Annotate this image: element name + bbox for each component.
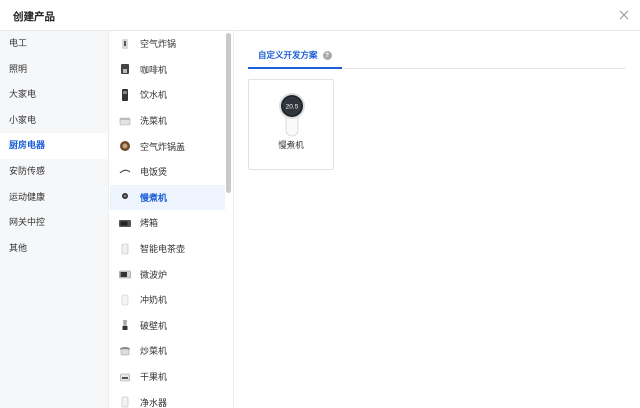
product-card-sous-vide[interactable]: 20.5 慢煮机 xyxy=(248,79,334,170)
product-item-dried-fruit-machine[interactable]: 干果机 xyxy=(110,364,225,390)
category-item-kitchen[interactable]: 厨房电器 xyxy=(0,133,108,159)
product-label: 空气炸锅 xyxy=(140,39,177,50)
category-item-large-appliance[interactable]: 大家电 xyxy=(0,82,108,108)
category-item-lighting[interactable]: 照明 xyxy=(0,57,108,83)
product-label: 洗菜机 xyxy=(140,116,168,127)
product-label: 咖啡机 xyxy=(140,64,168,75)
product-item-sous-vide[interactable]: 慢煮机 xyxy=(110,184,225,211)
dialog-header: 创建产品 xyxy=(0,0,640,31)
sous-vide-icon xyxy=(119,191,131,203)
oven-icon xyxy=(119,217,131,229)
rice-cooker-icon xyxy=(119,166,131,178)
product-item-air-fryer-lid[interactable]: 空气炸锅盖 xyxy=(110,133,225,159)
product-item-cooking-robot[interactable]: 炒菜机 xyxy=(110,338,225,364)
product-label: 慢煮机 xyxy=(140,192,168,203)
product-label: 微波炉 xyxy=(140,269,168,280)
close-icon[interactable] xyxy=(618,9,630,21)
category-item-other[interactable]: 其他 xyxy=(0,236,108,262)
air-fryer-lid-icon xyxy=(119,140,131,152)
product-label: 破壁机 xyxy=(140,320,168,331)
dialog-title: 创建产品 xyxy=(13,11,55,23)
category-item-health[interactable]: 运动健康 xyxy=(0,185,108,211)
scheme-tabs: 自定义开发方案 ? xyxy=(248,43,626,69)
help-icon[interactable]: ? xyxy=(322,50,332,60)
category-item-gateway[interactable]: 网关中控 xyxy=(0,210,108,236)
product-label: 智能电茶壶 xyxy=(140,244,186,255)
device-display-value: 20.5 xyxy=(286,104,299,111)
product-list: 空气炸锅 咖啡机 饮水机 洗菜机 空气炸锅盖 电饭煲 慢煮机 烤箱 智能电茶壶 … xyxy=(110,31,225,408)
product-item-formula-maker[interactable]: 冲奶机 xyxy=(110,287,225,313)
smart-kettle-icon xyxy=(119,243,131,255)
detail-panel: 自定义开发方案 ? 20.5 慢煮机 xyxy=(234,31,640,408)
sous-vide-device-icon: 20.5 xyxy=(279,93,305,137)
dried-fruit-machine-icon xyxy=(119,371,131,383)
product-item-blender[interactable]: 破壁机 xyxy=(110,313,225,339)
dialog-body: 电工 照明 大家电 小家电 厨房电器 安防传感 运动健康 网关中控 其他 空气炸… xyxy=(0,31,640,408)
tab-custom-development[interactable]: 自定义开发方案 ? xyxy=(248,43,342,69)
product-card-label: 慢煮机 xyxy=(278,140,304,150)
product-item-coffee-machine[interactable]: 咖啡机 xyxy=(110,57,225,83)
air-fryer-icon xyxy=(119,38,131,50)
category-item-electrical[interactable]: 电工 xyxy=(0,31,108,57)
product-label: 电饭煲 xyxy=(140,167,168,178)
product-label: 冲奶机 xyxy=(140,295,168,306)
product-label: 饮水机 xyxy=(140,90,168,101)
product-label: 净水器 xyxy=(140,397,168,408)
product-item-vegetable-washer[interactable]: 洗菜机 xyxy=(110,108,225,134)
formula-maker-icon xyxy=(119,294,131,306)
category-list: 电工 照明 大家电 小家电 厨房电器 安防传感 运动健康 网关中控 其他 xyxy=(0,31,109,408)
product-label: 炒菜机 xyxy=(140,346,168,357)
vegetable-washer-icon xyxy=(119,115,131,127)
microwave-icon xyxy=(119,268,131,280)
water-purifier-icon xyxy=(119,396,131,408)
product-item-water-purifier[interactable]: 净水器 xyxy=(110,389,225,408)
product-item-smart-kettle[interactable]: 智能电茶壶 xyxy=(110,236,225,262)
product-item-air-fryer[interactable]: 空气炸锅 xyxy=(110,31,225,57)
product-item-rice-cooker[interactable]: 电饭煲 xyxy=(110,159,225,185)
product-item-oven[interactable]: 烤箱 xyxy=(110,210,225,236)
category-item-small-appliance[interactable]: 小家电 xyxy=(0,108,108,134)
product-item-water-dispenser[interactable]: 饮水机 xyxy=(110,82,225,108)
cooking-robot-icon xyxy=(119,345,131,357)
product-list-scrollbar[interactable] xyxy=(226,33,231,193)
category-item-security[interactable]: 安防传感 xyxy=(0,159,108,185)
product-label: 烤箱 xyxy=(140,218,159,229)
create-product-dialog: 创建产品 电工 照明 大家电 小家电 厨房电器 安防传感 运动健康 网关中控 其… xyxy=(0,0,640,408)
product-label: 空气炸锅盖 xyxy=(140,141,186,152)
product-item-microwave[interactable]: 微波炉 xyxy=(110,261,225,287)
tab-label: 自定义开发方案 xyxy=(258,50,318,60)
blender-icon xyxy=(119,319,131,331)
product-label: 干果机 xyxy=(140,372,168,383)
coffee-machine-icon xyxy=(119,63,131,75)
water-dispenser-icon xyxy=(119,88,131,101)
